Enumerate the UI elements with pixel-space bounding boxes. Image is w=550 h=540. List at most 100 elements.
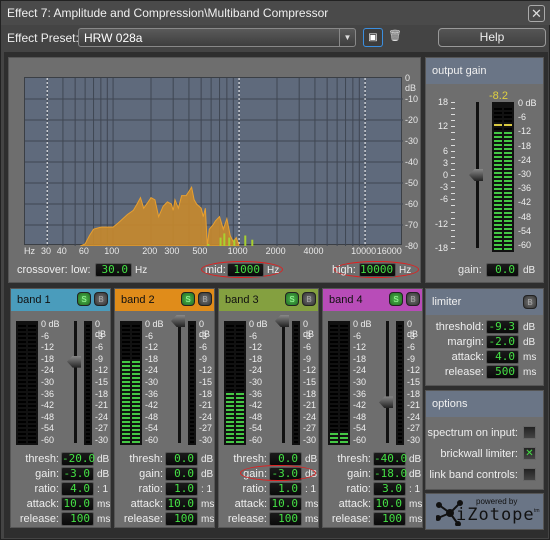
band-solo-button[interactable]: S [181, 292, 195, 306]
db-tick-label: -20 [405, 115, 419, 125]
band-ratio-field[interactable]: 4.0 [61, 482, 94, 496]
meter-segment [226, 397, 234, 399]
meter-segment [236, 361, 244, 363]
meter-segment [122, 337, 130, 339]
band-solo-button[interactable]: S [285, 292, 299, 306]
slider-tick [451, 199, 455, 201]
gr-tick-label: -18 [407, 388, 421, 399]
threshold-slider-thumb[interactable] [275, 315, 289, 327]
band-solo-button[interactable]: S [77, 292, 91, 306]
band-attack-field[interactable]: 10.0 [373, 497, 406, 511]
meter-segment [190, 401, 194, 403]
threshold-slider[interactable] [74, 321, 77, 443]
band-bypass-button[interactable]: B [198, 292, 212, 306]
limiter-threshold-field[interactable]: -9.3 [486, 320, 519, 334]
band-attack-field[interactable]: 10.0 [165, 497, 198, 511]
spectrum-on-input-checkbox[interactable] [523, 426, 536, 439]
meter-segment [236, 353, 244, 355]
meter-segment [132, 413, 140, 415]
limiter-release-field[interactable]: 500 [486, 365, 519, 379]
meter-tick-label: -12 [145, 342, 159, 353]
band-ratio-field[interactable]: 1.0 [269, 482, 302, 496]
limiter-margin-field[interactable]: -2.0 [486, 335, 519, 349]
threshold-slider[interactable] [178, 321, 181, 443]
meter-segment [86, 341, 90, 343]
limiter-bypass-button[interactable]: B [523, 295, 537, 309]
high-crossover-field[interactable]: 10000 [359, 263, 396, 277]
meter-segment [494, 188, 502, 190]
meter-segment [504, 112, 512, 114]
limiter-attack-field[interactable]: 4.0 [486, 350, 519, 364]
meter-segment [294, 421, 298, 423]
threshold-slider[interactable] [386, 321, 389, 443]
meter-segment [330, 437, 338, 439]
output-gain-header: output gain [426, 58, 543, 84]
band-bypass-button[interactable]: B [406, 292, 420, 306]
meter-segment [340, 349, 348, 351]
meter-segment [398, 373, 402, 375]
band-thresh-field[interactable]: 0.0 [165, 452, 198, 466]
band-bypass-button[interactable]: B [94, 292, 108, 306]
mid-crossover-field[interactable]: 1000 [227, 263, 264, 277]
save-preset-button[interactable]: ▣ [363, 28, 383, 47]
meter-segment [132, 389, 140, 391]
band-release-field[interactable]: 100 [269, 512, 302, 526]
band-bypass-button[interactable]: B [302, 292, 316, 306]
meter-segment [28, 397, 36, 399]
meter-segment [226, 413, 234, 415]
slider-tick-label: -6 [439, 194, 448, 205]
band-release-field[interactable]: 100 [61, 512, 94, 526]
meter-segment [398, 433, 402, 435]
meter-segment [340, 433, 348, 435]
band-solo-button[interactable]: S [389, 292, 403, 306]
band-attack-field[interactable]: 10.0 [61, 497, 94, 511]
meter-tick-label: 0 dB [41, 319, 60, 329]
threshold-slider[interactable] [282, 321, 285, 443]
meter-segment [504, 160, 512, 162]
threshold-slider-thumb[interactable] [67, 355, 81, 368]
threshold-slider-thumb[interactable] [379, 396, 393, 409]
meter-segment [294, 337, 298, 339]
band-ratio-field[interactable]: 1.0 [165, 482, 198, 496]
band-thresh-field[interactable]: 0.0 [269, 452, 302, 466]
low-crossover-field[interactable]: 30.0 [95, 263, 132, 277]
meter-segment [226, 345, 234, 347]
threshold-slider-thumb[interactable] [171, 315, 185, 327]
delete-preset-button[interactable]: 🗑 [388, 29, 402, 46]
band-gain-field[interactable]: 0.0 [165, 467, 198, 481]
meter-segment [494, 144, 502, 146]
band-ratio-field[interactable]: 3.0 [373, 482, 406, 496]
meter-segment [122, 341, 130, 343]
gr-tick-label: -30 [303, 435, 317, 445]
meter-segment [236, 441, 244, 443]
meter-segment [18, 329, 26, 331]
band-release-field[interactable]: 100 [373, 512, 406, 526]
band-thresh-field[interactable]: -20.0 [61, 452, 95, 466]
band-gain-field[interactable]: -3.0 [61, 467, 94, 481]
meter-tick-label: -12 [518, 126, 532, 137]
meter-segment [86, 385, 90, 387]
meter-segment [28, 341, 36, 343]
hz-tick-label: 200 [142, 246, 158, 256]
meter-segment [28, 441, 36, 443]
meter-segment [504, 244, 512, 246]
meter-segment [190, 405, 194, 407]
band-thresh-field[interactable]: -40.0 [373, 452, 407, 466]
meter-segment [18, 369, 26, 371]
output-gain-field[interactable]: 0.0 [486, 263, 519, 277]
link-band-controls-checkbox[interactable] [523, 468, 536, 481]
output-gain-slider-thumb[interactable] [469, 169, 483, 181]
band-release-field[interactable]: 100 [165, 512, 198, 526]
help-button[interactable]: Help [438, 28, 546, 47]
brickwall-limiter-checkbox[interactable]: ✕ [523, 447, 536, 460]
band-attack-field[interactable]: 10.0 [269, 497, 302, 511]
gr-tick-label: -3 [303, 330, 312, 341]
close-button[interactable]: ✕ [528, 5, 545, 22]
meter-tick-label: -42 [353, 400, 367, 411]
preset-dropdown[interactable]: HRW 028a ▼ [78, 28, 356, 47]
band-gain-field[interactable]: -18.0 [373, 467, 407, 481]
meter-segment [18, 353, 26, 355]
gr-tick-label: -21 [407, 400, 421, 411]
chevron-down-icon[interactable]: ▼ [339, 29, 355, 46]
meter-tick-label: 0 dB [249, 319, 268, 329]
